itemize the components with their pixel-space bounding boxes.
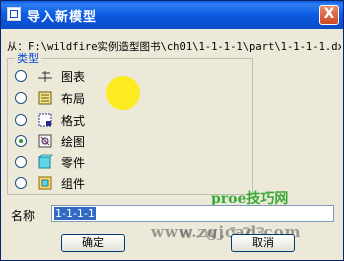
assembly-icon (38, 176, 52, 190)
type-option-format[interactable]: 格式 (15, 111, 175, 129)
type-option-label: 布局 (61, 92, 86, 106)
type-option-assembly[interactable]: 组件 (15, 174, 175, 192)
type-option-drawing[interactable]: 绘图 (15, 132, 175, 150)
drawing-icon (38, 134, 52, 148)
type-radio[interactable] (15, 92, 27, 104)
layout-icon (38, 91, 52, 105)
part-icon (37, 154, 53, 169)
type-radio[interactable] (15, 135, 27, 147)
type-option-label: 绘图 (61, 135, 86, 149)
type-option-label: 零件 (61, 156, 86, 170)
window-icon (7, 7, 21, 21)
title-bar[interactable]: 导入新模型 X (1, 1, 343, 29)
cancel-button[interactable]: 取消 (231, 234, 295, 252)
type-group-label: 类型 (15, 50, 41, 66)
type-option-part[interactable]: 零件 (15, 153, 175, 171)
cursor-highlight (106, 76, 140, 110)
type-option-layout[interactable]: 布局 (15, 89, 175, 107)
type-option-label: 图表 (61, 70, 86, 84)
format-icon (38, 113, 52, 127)
ok-button[interactable]: 确定 (61, 234, 125, 252)
type-radio[interactable] (15, 114, 27, 126)
name-label: 名称 (11, 209, 36, 223)
type-option-label: 组件 (61, 177, 86, 191)
dialog-title: 导入新模型 (27, 10, 98, 25)
diagram-icon (38, 71, 52, 82)
type-radio[interactable] (15, 156, 27, 168)
name-input[interactable]: 1-1-1-1 (51, 205, 334, 222)
close-button[interactable]: X (319, 5, 339, 25)
type-option-label: 格式 (61, 114, 86, 128)
type-radio[interactable] (15, 177, 27, 189)
import-model-dialog: 导入新模型 X 从：F:\wildfire实例造型图书\ch01\1-1-1-1… (0, 0, 344, 261)
type-option-diagram[interactable]: 图表 (15, 67, 175, 85)
type-radio[interactable] (15, 70, 27, 82)
name-input-value: 1-1-1-1 (54, 207, 96, 220)
source-path: 从：F:\wildfire实例造型图书\ch01\1-1-1-1\part\1-… (7, 41, 341, 53)
